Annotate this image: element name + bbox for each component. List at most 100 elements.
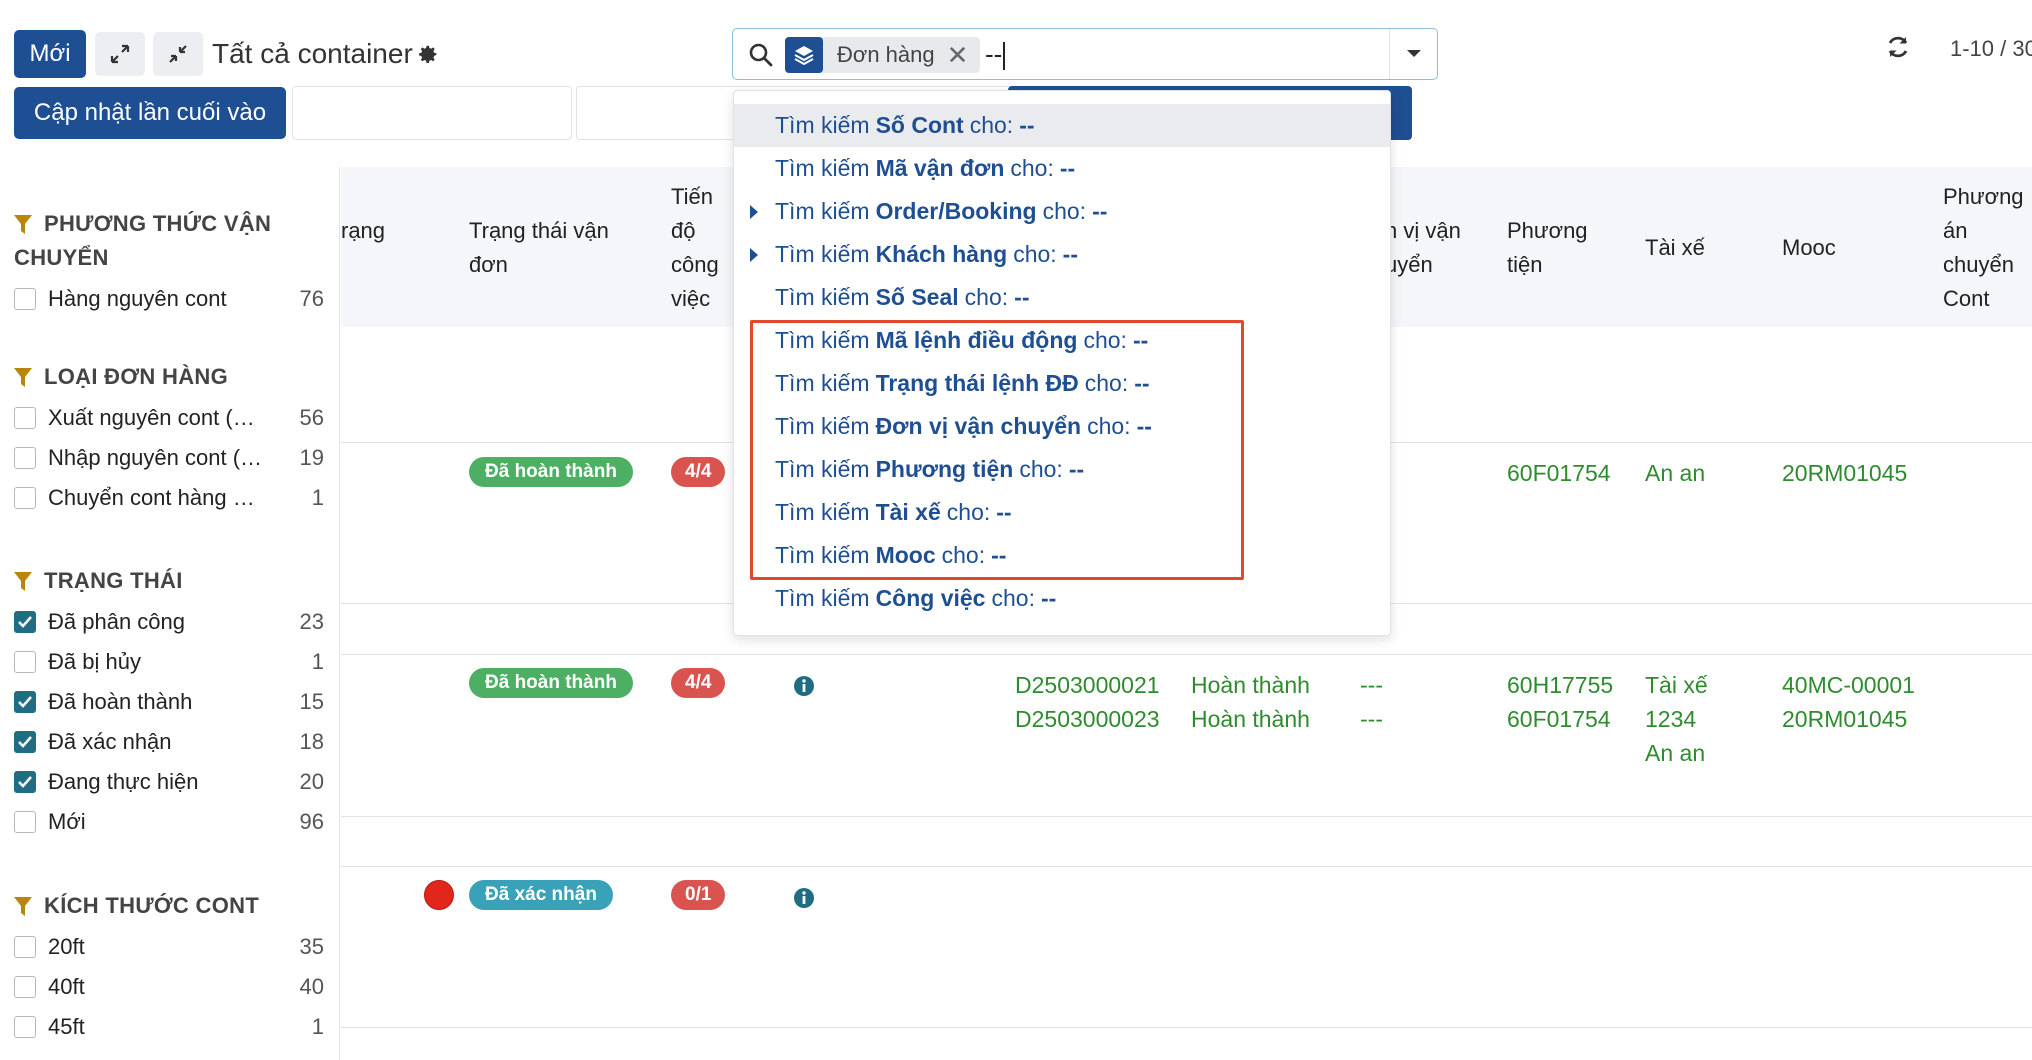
checkbox[interactable] <box>14 811 36 833</box>
filter-item[interactable]: Đang thực hiện 20 <box>14 762 324 802</box>
info-icon[interactable] <box>793 887 815 909</box>
search-option-cong-viec[interactable]: Tìm kiếm Công việc cho: -- <box>734 577 1390 620</box>
search-option-ma-van-don[interactable]: Tìm kiếm Mã vận đơn cho: -- <box>734 147 1390 190</box>
caret-right-icon[interactable] <box>750 247 758 262</box>
order-cell: D2503000021 D2503000023 <box>1015 672 1160 732</box>
col-vehicle[interactable]: Phương tiện <box>1507 214 1588 282</box>
search-option-mooc[interactable]: Tìm kiếm Mooc cho: -- <box>734 534 1390 577</box>
filter-icon <box>14 572 32 591</box>
driver-cell: An an <box>1645 460 1706 486</box>
row-divider <box>341 654 2032 655</box>
col-bill-status[interactable]: Trạng thái vận đơn <box>469 214 609 282</box>
refresh-icon[interactable] <box>1885 34 1911 60</box>
gear-icon[interactable] <box>415 42 439 66</box>
search-facet: Đơn hàng ✕ <box>785 37 981 73</box>
group-title: TRẠNG THÁI <box>44 568 183 593</box>
filter-sidebar: PHƯƠNG THỨC VẬN CHUYỂN Hàng nguyên cont … <box>0 167 340 1060</box>
search-option-ma-lenh[interactable]: Tìm kiếm Mã lệnh điều động cho: -- <box>734 319 1390 362</box>
info-icon[interactable] <box>793 675 815 697</box>
vehicle-cell: 60F01754 <box>1507 460 1611 486</box>
group-title: PHƯƠNG THỨC VẬN <box>44 211 272 236</box>
facet-label: Đơn hàng <box>837 42 935 67</box>
filter-item[interactable]: Đã bị hủy 1 <box>14 642 324 682</box>
progress-badge: 4/4 <box>671 457 726 487</box>
checkbox[interactable] <box>14 487 36 509</box>
date-from-input[interactable] <box>292 86 572 140</box>
filter-item[interactable]: Mới 96 <box>14 802 324 842</box>
checkbox[interactable] <box>14 447 36 469</box>
filter-item[interactable]: Đã phân công 23 <box>14 602 324 642</box>
checkbox-checked[interactable] <box>14 691 36 713</box>
facet-close-icon[interactable]: ✕ <box>947 40 981 71</box>
search-input[interactable]: -- <box>985 39 1006 71</box>
checkbox[interactable] <box>14 407 36 429</box>
pager-value[interactable]: 1-10 / 30 <box>1950 36 2032 62</box>
search-bar[interactable]: Đơn hàng ✕ -- <box>732 28 1438 80</box>
status-badge: Đã xác nhận <box>469 880 613 910</box>
filter-item[interactable]: Hàng nguyên cont 76 <box>14 279 324 319</box>
search-option-order-booking[interactable]: Tìm kiếm Order/Booking cho: -- <box>734 190 1390 233</box>
carrier-cell: --- --- <box>1360 672 1383 732</box>
filter-icon <box>14 897 32 916</box>
expand-icon[interactable] <box>95 32 145 76</box>
filter-icon <box>14 368 32 387</box>
col-progress[interactable]: Tiến độ công việc <box>671 180 719 316</box>
filter-item[interactable]: Đã xác nhận 18 <box>14 722 324 762</box>
group-title: LOẠI ĐƠN HÀNG <box>44 364 228 389</box>
search-icon <box>749 43 773 67</box>
col-driver[interactable]: Tài xế <box>1645 231 1705 265</box>
group-status: TRẠNG THÁI Đã phân công 23 Đã bị hủy 1 Đ… <box>14 564 324 842</box>
group-title-cont: CHUYỂN <box>14 245 109 270</box>
view-title: Tất cả container <box>212 38 413 69</box>
row-divider <box>341 866 2032 867</box>
group-cont-size: KÍCH THƯỚC CONT 20ft 35 40ft 40 45ft 1 <box>14 889 324 1047</box>
checkbox[interactable] <box>14 1016 36 1038</box>
driver-cell: Tài xế 1234 An an <box>1645 672 1708 766</box>
checkbox[interactable] <box>14 976 36 998</box>
group-title: KÍCH THƯỚC CONT <box>44 893 260 918</box>
layers-icon <box>785 37 823 73</box>
filter-item[interactable]: 45ft 1 <box>14 1007 324 1047</box>
group-transport-method: PHƯƠNG THỨC VẬN CHUYỂN Hàng nguyên cont … <box>14 207 324 319</box>
new-button[interactable]: Mới <box>14 30 86 78</box>
col-status[interactable]: rạng <box>341 214 385 248</box>
checkbox-checked[interactable] <box>14 771 36 793</box>
checkbox[interactable] <box>14 936 36 958</box>
filter-icon <box>14 215 32 234</box>
checkbox-checked[interactable] <box>14 731 36 753</box>
mooc-cell: 20RM01045 <box>1782 460 1908 486</box>
filter-item[interactable]: 40ft 40 <box>14 967 324 1007</box>
col-carrier[interactable]: n vị vận uyển <box>1385 214 1461 282</box>
search-options-toggle[interactable] <box>1389 29 1437 79</box>
search-option-phuong-tien[interactable]: Tìm kiếm Phương tiện cho: -- <box>734 448 1390 491</box>
vehicle-cell: 60H17755 60F01754 <box>1507 672 1614 732</box>
last-update-button[interactable]: Cập nhật lần cuối vào <box>14 87 286 139</box>
search-option-don-vi-van-chuyen[interactable]: Tìm kiếm Đơn vị vận chuyển cho: -- <box>734 405 1390 448</box>
order-status-cell: Hoàn thành Hoàn thành <box>1191 672 1310 732</box>
checkbox-checked[interactable] <box>14 611 36 633</box>
status-badge: Đã hoàn thành <box>469 457 633 487</box>
group-order-type: LOẠI ĐƠN HÀNG Xuất nguyên cont (Export) … <box>14 360 324 518</box>
search-option-trang-thai-lenh[interactable]: Tìm kiếm Trạng thái lệnh ĐĐ cho: -- <box>734 362 1390 405</box>
filter-item[interactable]: Nhập nguyên cont (Import) 19 <box>14 438 324 478</box>
checkbox[interactable] <box>14 651 36 673</box>
search-option-tai-xe[interactable]: Tìm kiếm Tài xế cho: -- <box>734 491 1390 534</box>
progress-badge: 0/1 <box>671 880 726 910</box>
col-mooc[interactable]: Mooc <box>1782 231 1836 265</box>
filter-item[interactable]: Đã hoàn thành 15 <box>14 682 324 722</box>
filter-item[interactable]: Xuất nguyên cont (Export) 56 <box>14 398 324 438</box>
checkbox[interactable] <box>14 288 36 310</box>
row-divider <box>341 816 2032 817</box>
chevron-down-icon <box>1406 50 1421 57</box>
caret-right-icon[interactable] <box>750 204 758 219</box>
filter-item[interactable]: 20ft 35 <box>14 927 324 967</box>
row-divider <box>341 1027 2032 1028</box>
filter-item[interactable]: Chuyển cont hàng nội địa 1 <box>14 478 324 518</box>
mooc-cell: 40MC-00001 20RM01045 <box>1782 672 1915 732</box>
search-option-khach-hang[interactable]: Tìm kiếm Khách hàng cho: -- <box>734 233 1390 276</box>
search-option-so-cont[interactable]: Tìm kiếm Số Cont cho: -- <box>734 104 1390 147</box>
col-plan[interactable]: Phương án chuyển Cont <box>1943 180 2024 316</box>
collapse-icon[interactable] <box>153 32 203 76</box>
search-option-so-seal[interactable]: Tìm kiếm Số Seal cho: -- <box>734 276 1390 319</box>
progress-badge: 4/4 <box>671 668 726 698</box>
